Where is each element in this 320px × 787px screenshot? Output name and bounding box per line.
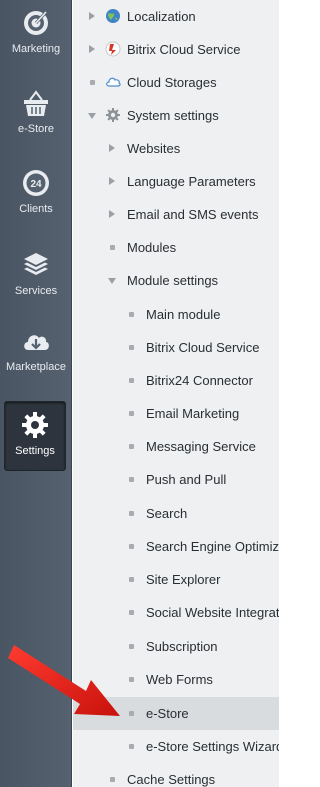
bullet-icon xyxy=(129,477,134,482)
cloud-download-icon xyxy=(24,335,49,350)
cloud-storage-icon xyxy=(106,77,121,87)
bullet-icon xyxy=(129,378,134,383)
bullet-icon xyxy=(129,711,134,716)
tree-item-modules[interactable]: Modules xyxy=(73,231,279,264)
tree-item-system-settings[interactable]: System settings xyxy=(73,99,279,132)
tree-item-label: Bitrix24 Connector xyxy=(146,373,253,388)
tree-item-site-explorer[interactable]: Site Explorer xyxy=(73,563,279,596)
tree-item-e-store-settings-wizard[interactable]: e-Store Settings Wizard xyxy=(73,730,279,763)
bullet-icon xyxy=(129,644,134,649)
tree-item-push-and-pull[interactable]: Push and Pull xyxy=(73,463,279,496)
tree-item-social-website-integration[interactable]: Social Website Integratio xyxy=(73,596,279,629)
bullet-icon xyxy=(129,345,134,350)
tree-item-localization[interactable]: Localization xyxy=(73,0,279,33)
tree-item-label: Subscription xyxy=(146,639,218,654)
settings-gear-icon xyxy=(106,108,120,122)
tree-item-label: Cache Settings xyxy=(127,772,216,787)
tree-item-label: Site Explorer xyxy=(146,572,221,587)
svg-text:24: 24 xyxy=(30,179,42,190)
tree-item-label: Modules xyxy=(127,240,177,255)
tree-item-search[interactable]: Search xyxy=(73,497,279,530)
bullet-icon xyxy=(110,777,115,782)
bullet-icon xyxy=(90,80,95,85)
tree-item-web-forms[interactable]: Web Forms xyxy=(73,663,279,696)
tree-item-label: Language Parameters xyxy=(127,174,256,189)
expand-arrow-icon[interactable] xyxy=(109,210,115,218)
tree-item-label: Localization xyxy=(127,9,196,24)
tree-item-label: Messaging Service xyxy=(146,439,256,454)
tree-item-bitrix-cloud-service-module[interactable]: Bitrix Cloud Service xyxy=(73,331,279,364)
bullet-icon xyxy=(129,312,134,317)
tree-item-language-parameters[interactable]: Language Parameters xyxy=(73,165,279,198)
tree-item-subscription[interactable]: Subscription xyxy=(73,630,279,663)
tree-item-label: e-Store xyxy=(146,706,189,721)
sidebar-item-settings[interactable]: Settings xyxy=(4,401,66,471)
tree-item-label: Web Forms xyxy=(146,672,213,687)
tree-item-module-settings[interactable]: Module settings xyxy=(73,264,279,297)
tree-item-cloud-storages[interactable]: Cloud Storages xyxy=(73,66,279,99)
sidebar-item-e-store[interactable]: e-Store xyxy=(0,88,72,135)
cloud-service-icon xyxy=(105,41,121,57)
tree-item-label: Email and SMS events xyxy=(127,207,259,222)
expand-arrow-icon[interactable] xyxy=(109,177,115,185)
tree-item-main-module[interactable]: Main module xyxy=(73,298,279,331)
tree-item-label: Social Website Integratio xyxy=(146,605,279,620)
tree-item-label: Bitrix Cloud Service xyxy=(146,340,260,355)
tree-item-label: Email Marketing xyxy=(146,406,240,421)
tree-item-label: Websites xyxy=(127,141,181,156)
tree-item-label: System settings xyxy=(127,108,219,123)
tree-item-cache-settings[interactable]: Cache Settings xyxy=(73,763,279,787)
bullet-icon xyxy=(129,411,134,416)
sidebar-item-marketing[interactable]: Marketing xyxy=(0,8,72,55)
sidebar-item-label: Marketing xyxy=(11,43,61,55)
settings-tree: Localization Bitrix Cloud Service Cloud … xyxy=(73,0,279,787)
tree-item-label: Module settings xyxy=(127,273,219,288)
sidebar-item-services[interactable]: Services xyxy=(0,250,72,297)
expand-arrow-icon[interactable] xyxy=(89,45,95,53)
sidebar-item-label: Settings xyxy=(15,445,55,457)
tree-item-label: Bitrix Cloud Service xyxy=(127,42,241,57)
bullet-icon xyxy=(129,744,134,749)
bullet-icon xyxy=(129,544,134,549)
tree-item-email-sms-events[interactable]: Email and SMS events xyxy=(73,198,279,231)
clients-24-icon: 24 xyxy=(23,170,49,196)
tree-item-messaging-service[interactable]: Messaging Service xyxy=(73,430,279,463)
collapse-arrow-icon[interactable] xyxy=(108,278,116,284)
bullet-icon xyxy=(110,245,115,250)
layers-icon xyxy=(24,253,48,275)
sidebar-item-label: Marketplace xyxy=(6,361,66,373)
tree-item-label: e-Store Settings Wizard xyxy=(146,739,279,754)
expand-arrow-icon[interactable] xyxy=(89,12,95,20)
left-sidebar: Marketing e-Store 24 Clients Services Ma… xyxy=(0,0,72,787)
basket-icon xyxy=(24,90,48,116)
tree-item-bitrix-cloud-service[interactable]: Bitrix Cloud Service xyxy=(73,33,279,66)
sidebar-item-marketplace[interactable]: Marketplace xyxy=(0,326,72,373)
sidebar-item-label: e-Store xyxy=(17,123,55,135)
collapse-arrow-icon[interactable] xyxy=(88,113,96,119)
bullet-icon xyxy=(129,610,134,615)
expand-arrow-icon[interactable] xyxy=(109,144,115,152)
sidebar-item-label: Services xyxy=(14,285,58,297)
tree-item-e-store[interactable]: e-Store xyxy=(73,697,279,730)
tree-item-websites[interactable]: Websites xyxy=(73,132,279,165)
tree-item-label: Search Engine Optimiza xyxy=(146,539,279,554)
tree-item-label: Main module xyxy=(146,307,221,322)
bullet-icon xyxy=(129,677,134,682)
tree-item-email-marketing[interactable]: Email Marketing xyxy=(73,397,279,430)
tree-item-search-engine-optimization[interactable]: Search Engine Optimiza xyxy=(73,530,279,563)
globe-icon xyxy=(106,9,120,23)
target-icon xyxy=(24,10,48,35)
tree-item-label: Push and Pull xyxy=(146,472,227,487)
tree-item-label: Cloud Storages xyxy=(127,75,217,90)
sidebar-item-clients[interactable]: 24 Clients xyxy=(0,168,72,215)
gear-icon xyxy=(22,412,48,438)
bullet-icon xyxy=(129,511,134,516)
bullet-icon xyxy=(129,577,134,582)
tree-item-label: Search xyxy=(146,506,188,521)
bullet-icon xyxy=(129,444,134,449)
tree-item-bitrix24-connector[interactable]: Bitrix24 Connector xyxy=(73,364,279,397)
sidebar-item-label: Clients xyxy=(19,203,53,215)
